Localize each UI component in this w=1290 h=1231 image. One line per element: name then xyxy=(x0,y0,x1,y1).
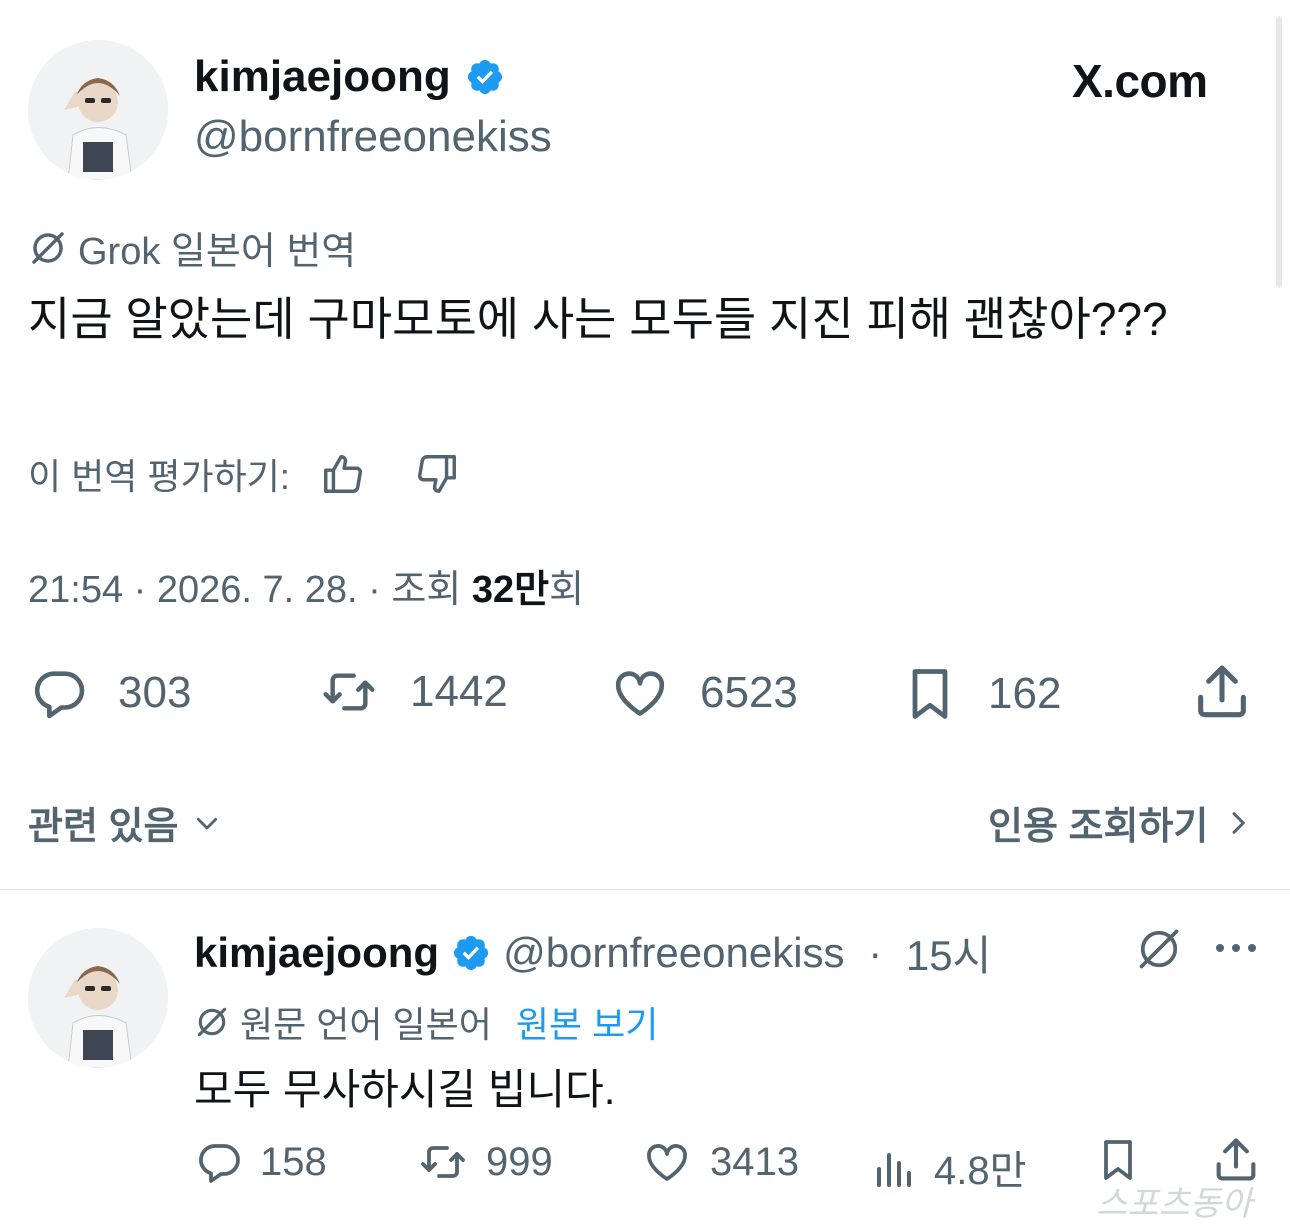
watermark: 스포츠동아 xyxy=(1096,1185,1253,1223)
repost-count: 1442 xyxy=(410,667,508,716)
rate-translation-label: 이 번역 평가하기: xyxy=(28,456,290,497)
original-language-row: 원문 언어 일본어 원본 보기 xyxy=(194,996,658,1048)
x-logo: X.com xyxy=(1072,55,1208,107)
original-language-label: 원문 언어 일본어 xyxy=(240,1004,492,1045)
bookmark-button[interactable]: 162 xyxy=(900,664,1061,724)
reply-repost-count: 999 xyxy=(486,1139,553,1184)
verified-badge-icon xyxy=(451,933,491,973)
author-name[interactable]: kimjaejoong xyxy=(194,52,451,102)
repost-icon xyxy=(416,1138,470,1186)
share-icon xyxy=(1190,660,1254,724)
grok-button[interactable] xyxy=(1134,924,1184,974)
related-toggle[interactable]: 관련 있음 xyxy=(28,795,222,850)
author-handle[interactable]: @bornfreeonekiss xyxy=(194,112,552,162)
tweet-meta: 21:54 · 2026. 7. 28. · 조회 32만회 xyxy=(28,558,584,613)
chevron-right-icon xyxy=(1222,807,1254,839)
reply-reply-count: 158 xyxy=(260,1139,327,1184)
share-button[interactable] xyxy=(1190,660,1254,724)
grok-icon xyxy=(194,1004,230,1040)
repost-button[interactable]: 1442 xyxy=(316,664,508,720)
reply-icon xyxy=(194,1138,244,1186)
reply-like-count: 3413 xyxy=(710,1139,799,1184)
like-count: 6523 xyxy=(700,668,798,717)
main-avatar[interactable] xyxy=(28,40,168,180)
verified-badge-icon xyxy=(465,57,505,97)
grok-translation-label: Grok 일본어 번역 xyxy=(28,220,356,275)
more-button[interactable] xyxy=(1212,930,1260,966)
chevron-down-icon xyxy=(192,808,222,838)
view-quotes-label: 인용 조회하기 xyxy=(988,806,1209,848)
like-button[interactable]: 6523 xyxy=(608,664,798,722)
grok-icon xyxy=(1134,924,1184,974)
view-original-link[interactable]: 원본 보기 xyxy=(516,996,658,1048)
reply-time-separator: · xyxy=(856,928,894,976)
tweet-text: 지금 알았는데 구마모토에 사는 모두들 지진 피해 괜찮아??? xyxy=(28,293,1168,345)
thumbs-down-icon[interactable] xyxy=(414,451,460,497)
like-icon xyxy=(640,1138,694,1186)
bookmark-count: 162 xyxy=(988,669,1062,718)
reply-author-handle[interactable]: @bornfreeonekiss xyxy=(503,929,844,977)
timestamp[interactable]: 21:54 · 2026. 7. 28. · 조회 xyxy=(28,569,472,611)
grok-icon xyxy=(28,228,68,268)
reply-like-button[interactable]: 3413 xyxy=(640,1138,799,1186)
reply-count: 303 xyxy=(118,668,192,717)
scrollbar[interactable] xyxy=(1276,16,1282,288)
views-unit: 회 xyxy=(549,569,585,611)
views-count: 32만 xyxy=(471,569,550,611)
repost-icon xyxy=(316,664,382,720)
reply-repost-button[interactable]: 999 xyxy=(416,1138,553,1186)
section-divider xyxy=(0,889,1290,890)
reply-views-button[interactable]: 4.8만 xyxy=(868,1138,1026,1196)
bookmark-icon xyxy=(900,664,960,724)
grok-translation-text: Grok 일본어 번역 xyxy=(78,231,357,273)
reply-avatar[interactable] xyxy=(28,928,168,1068)
like-icon xyxy=(608,664,672,722)
views-icon xyxy=(868,1143,918,1191)
reply-text: 모두 무사하시길 빕니다. xyxy=(194,1066,616,1113)
reply-time[interactable]: 15시 xyxy=(906,922,991,983)
reply-icon xyxy=(28,664,90,722)
reply-author-name[interactable]: kimjaejoong xyxy=(194,929,439,977)
view-quotes-link[interactable]: 인용 조회하기 xyxy=(988,795,1254,850)
reply-button[interactable]: 303 xyxy=(28,664,191,722)
reply-views-count: 4.8만 xyxy=(934,1149,1027,1193)
related-label: 관련 있음 xyxy=(28,806,179,848)
thumbs-up-icon[interactable] xyxy=(320,451,366,497)
reply-reply-button[interactable]: 158 xyxy=(194,1138,327,1186)
more-icon xyxy=(1212,930,1260,966)
